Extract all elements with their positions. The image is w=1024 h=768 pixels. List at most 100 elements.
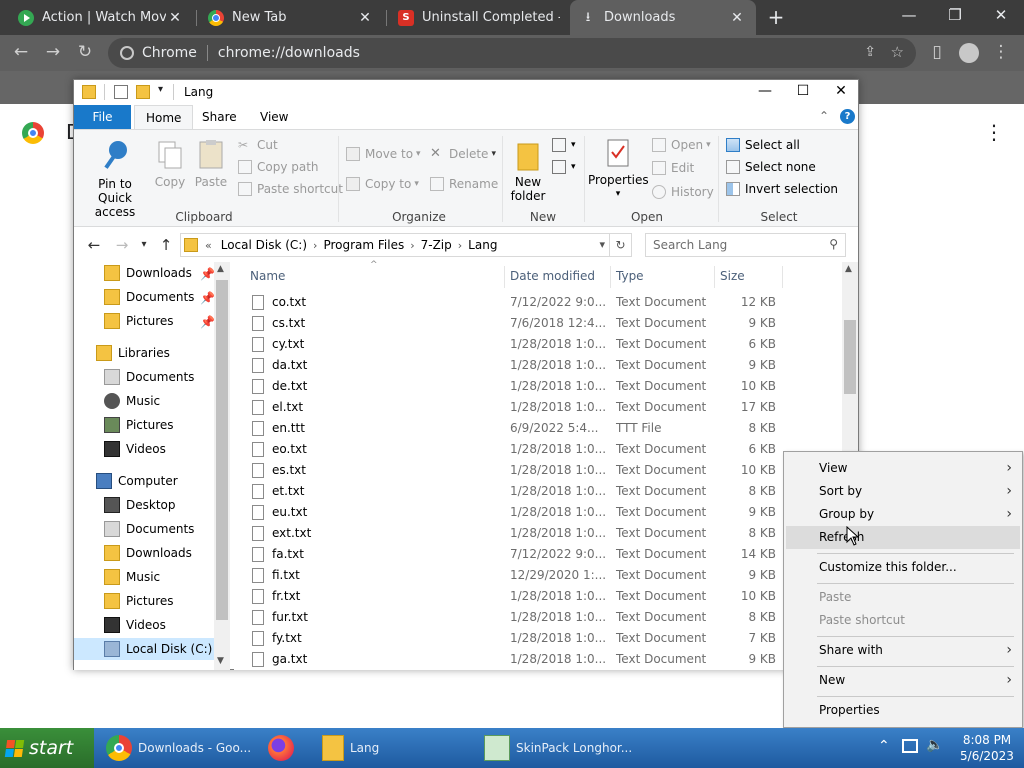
forward-arrow-icon[interactable]: → xyxy=(40,40,66,66)
tab-view[interactable]: View xyxy=(249,105,299,129)
back-arrow-icon[interactable]: ← xyxy=(84,236,104,254)
new-tab-button[interactable]: + xyxy=(762,4,790,32)
taskbar-skinpack[interactable]: SkinPack Longhor... xyxy=(484,730,634,766)
column-name[interactable]: Name xyxy=(244,262,504,290)
minimize-icon[interactable]: — xyxy=(886,0,932,32)
column-size[interactable]: Size xyxy=(714,262,782,290)
restore-icon[interactable]: ❐ xyxy=(932,0,978,32)
copy-button[interactable]: Copy xyxy=(152,138,188,189)
close-icon[interactable]: ✕ xyxy=(728,10,746,26)
nav-lib-music[interactable]: Music xyxy=(104,390,160,412)
customize-qat-icon[interactable]: ▾ xyxy=(158,84,163,95)
copy-to-button[interactable]: Copy to ▾ xyxy=(346,177,419,191)
cut-button[interactable]: ✂ Cut xyxy=(238,138,278,152)
crumb-lang[interactable]: Lang xyxy=(462,238,503,252)
file-row[interactable]: eo.txt 1/28/2018 1:0... Text Document 6 KB xyxy=(250,439,776,460)
file-row[interactable]: es.txt 1/28/2018 1:0... Text Document 10 KB xyxy=(250,460,776,481)
tab-file[interactable]: File xyxy=(74,105,131,129)
crumb-program-files[interactable]: Program Files xyxy=(317,238,410,252)
paste-button[interactable]: Paste xyxy=(192,138,230,189)
nav-documents[interactable]: Documents xyxy=(104,518,194,540)
page-menu-icon[interactable]: ⋮ xyxy=(984,120,1004,144)
nav-quick-pictures[interactable]: Pictures xyxy=(104,310,174,332)
reload-icon[interactable]: ↻ xyxy=(72,40,98,66)
tab-share[interactable]: Share xyxy=(191,105,248,129)
menu-share-with[interactable]: Share with › xyxy=(786,639,1020,662)
share-icon[interactable]: ⇪ xyxy=(864,44,876,60)
minimize-icon[interactable]: — xyxy=(746,80,784,104)
side-panel-icon[interactable]: ▯ xyxy=(924,40,950,66)
column-type[interactable]: Type xyxy=(610,262,714,290)
address-breadcrumb[interactable]: « Local Disk (C:) › Program Files › 7-Zip ›… xyxy=(180,233,632,257)
nav-lib-documents[interactable]: Documents xyxy=(104,366,194,388)
forward-arrow-icon[interactable]: → xyxy=(112,236,132,254)
nav-libraries[interactable]: Libraries xyxy=(96,342,170,364)
menu-paste[interactable]: Paste xyxy=(786,586,1020,609)
site-chip[interactable]: Chrome xyxy=(120,45,197,61)
network-icon[interactable] xyxy=(902,739,918,753)
nav-quick-downloads[interactable]: Downloads xyxy=(104,262,192,284)
file-row[interactable]: fr.txt 1/28/2018 1:0... Text Document 10 KB xyxy=(250,586,776,607)
up-arrow-icon[interactable]: ↑ xyxy=(156,236,176,254)
file-row[interactable]: cy.txt 1/28/2018 1:0... Text Document 6 KB xyxy=(250,334,776,355)
star-icon[interactable]: ☆ xyxy=(891,43,904,61)
file-row[interactable]: fi.txt 12/29/2020 1:... Text Document 9 KB xyxy=(250,565,776,586)
help-icon[interactable]: ? xyxy=(840,109,855,124)
properties-button[interactable]: Properties ▾ xyxy=(588,138,649,201)
new-folder-button[interactable]: New folder xyxy=(508,140,548,203)
rename-button[interactable]: Rename xyxy=(430,177,498,191)
file-row[interactable]: fur.txt 1/28/2018 1:0... Text Document 8 KB xyxy=(250,607,776,628)
crumb-7zip[interactable]: 7-Zip xyxy=(415,238,458,252)
address-bar[interactable]: Chrome chrome://downloads ⇪ ☆ xyxy=(108,38,916,68)
menu-customize-folder[interactable]: Customize this folder... xyxy=(786,556,1020,579)
nav-quick-documents[interactable]: Documents xyxy=(104,286,194,308)
browser-tab-uninstall[interactable]: S Uninstall Completed - xyxy=(388,0,570,35)
maximize-icon[interactable]: ☐ xyxy=(784,80,822,104)
recent-locations-icon[interactable]: ▾ xyxy=(134,236,154,254)
profile-avatar-icon[interactable] xyxy=(956,40,982,66)
file-row[interactable]: fa.txt 7/12/2022 9:0... Text Document 14 KB xyxy=(250,544,776,565)
nav-lib-pictures[interactable]: Pictures xyxy=(104,414,174,436)
paste-shortcut-button[interactable]: Paste shortcut xyxy=(238,182,343,196)
file-row[interactable]: et.txt 1/28/2018 1:0... Text Document 8 KB xyxy=(250,481,776,502)
file-row[interactable]: cs.txt 7/6/2018 12:4... Text Document 9 KB xyxy=(250,313,776,334)
invert-selection-button[interactable]: Invert selection xyxy=(726,182,838,196)
column-date-modified[interactable]: Date modified xyxy=(504,262,610,290)
menu-kebab-icon[interactable]: ⋮ xyxy=(988,40,1014,66)
collapse-ribbon-icon[interactable]: ⌃ xyxy=(819,109,829,123)
file-row[interactable]: eu.txt 1/28/2018 1:0... Text Document 9 KB xyxy=(250,502,776,523)
overflow-chevron[interactable]: « xyxy=(202,239,215,252)
file-row[interactable]: en.ttt 6/9/2022 5:4... TTT File 8 KB xyxy=(250,418,776,439)
clock[interactable]: 8:08 PM 5/6/2023 xyxy=(950,732,1024,764)
close-icon[interactable]: ✕ xyxy=(822,80,860,104)
select-all-button[interactable]: Select all xyxy=(726,138,800,152)
volume-icon[interactable]: 🔈 xyxy=(926,737,943,753)
tab-home[interactable]: Home xyxy=(134,105,194,129)
browser-tab-action[interactable]: Action | Watch Movie ✕ xyxy=(8,0,194,35)
nav-videos[interactable]: Videos xyxy=(104,614,166,636)
menu-sort-by[interactable]: Sort by › xyxy=(786,480,1020,503)
nav-scrollbar[interactable]: ▲ ▼ xyxy=(214,262,230,670)
refresh-icon[interactable]: ↻ xyxy=(609,234,631,256)
taskbar-explorer[interactable]: Lang xyxy=(322,730,462,766)
nav-lib-videos[interactable]: Videos xyxy=(104,438,166,460)
taskbar-chrome[interactable]: Downloads - Goo... xyxy=(106,730,251,766)
close-window-icon[interactable]: ✕ xyxy=(978,0,1024,32)
select-none-button[interactable]: Select none xyxy=(726,160,816,174)
menu-group-by[interactable]: Group by › xyxy=(786,503,1020,526)
taskbar-firefox[interactable] xyxy=(268,730,302,766)
menu-paste-shortcut[interactable]: Paste shortcut xyxy=(786,609,1020,632)
new-item-button[interactable]: ▾ xyxy=(552,138,576,152)
move-to-button[interactable]: Move to ▾ xyxy=(346,147,421,161)
file-row[interactable]: fy.txt 1/28/2018 1:0... Text Document 7 KB xyxy=(250,628,776,649)
nav-pictures[interactable]: Pictures xyxy=(104,590,174,612)
start-button[interactable]: start xyxy=(0,728,94,768)
browser-tab-downloads[interactable]: ⭳ Downloads ✕ xyxy=(570,0,756,35)
address-dropdown-icon[interactable]: ▾ xyxy=(599,238,605,251)
show-hidden-icons-icon[interactable]: ⌃ xyxy=(878,738,890,754)
menu-new[interactable]: New › xyxy=(786,669,1020,692)
crumb-local-disk[interactable]: Local Disk (C:) xyxy=(215,238,313,252)
close-icon[interactable]: ✕ xyxy=(356,10,374,26)
search-input[interactable]: Search Lang ⚲ xyxy=(645,233,846,257)
nav-music[interactable]: Music xyxy=(104,566,160,588)
